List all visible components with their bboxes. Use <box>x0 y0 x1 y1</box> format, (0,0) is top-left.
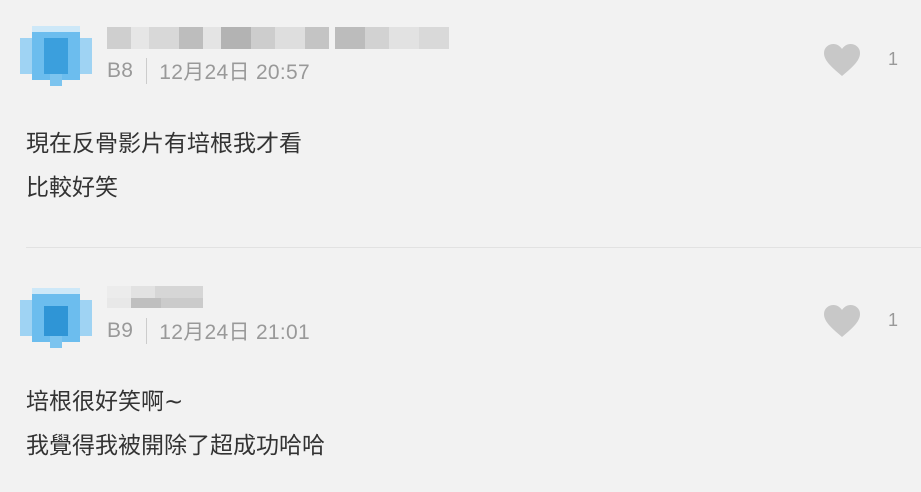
heart-icon <box>824 305 860 337</box>
floor-number[interactable]: B9 <box>107 319 133 343</box>
comment-line: 比較好笑 <box>26 175 118 201</box>
like-count: 1 <box>888 310 899 330</box>
comment-meta: B8 12月24日 20:57 <box>107 56 310 86</box>
avatar[interactable] <box>20 282 92 354</box>
meta-divider <box>146 318 148 344</box>
avatar[interactable] <box>20 20 92 92</box>
timestamp: 12月24日 21:01 <box>159 321 310 344</box>
timestamp: 12月24日 20:57 <box>159 61 310 84</box>
comment-item: B9 12月24日 21:01 1 培根很好笑啊~ 我覺得我被開除了超成功哈哈 <box>0 248 921 492</box>
like-count: 1 <box>888 49 899 69</box>
username-blurred[interactable] <box>107 27 449 49</box>
floor-number[interactable]: B8 <box>107 59 133 83</box>
comment-meta: B9 12月24日 21:01 <box>107 316 310 346</box>
comment-line: 培根很好笑啊~ <box>26 389 184 415</box>
like-button[interactable] <box>822 42 862 78</box>
comment-body: 現在反骨影片有培根我才看 比較好笑 <box>26 122 302 210</box>
meta-divider <box>146 58 148 84</box>
like-button[interactable] <box>822 303 862 339</box>
comment-line: 我覺得我被開除了超成功哈哈 <box>26 433 325 459</box>
username-blurred[interactable] <box>107 286 203 308</box>
comment-line: 現在反骨影片有培根我才看 <box>26 131 302 157</box>
comment-item: B8 12月24日 20:57 1 現在反骨影片有培根我才看 比較好笑 <box>0 0 921 247</box>
comment-body: 培根很好笑啊~ 我覺得我被開除了超成功哈哈 <box>26 380 325 468</box>
heart-icon <box>824 44 860 76</box>
